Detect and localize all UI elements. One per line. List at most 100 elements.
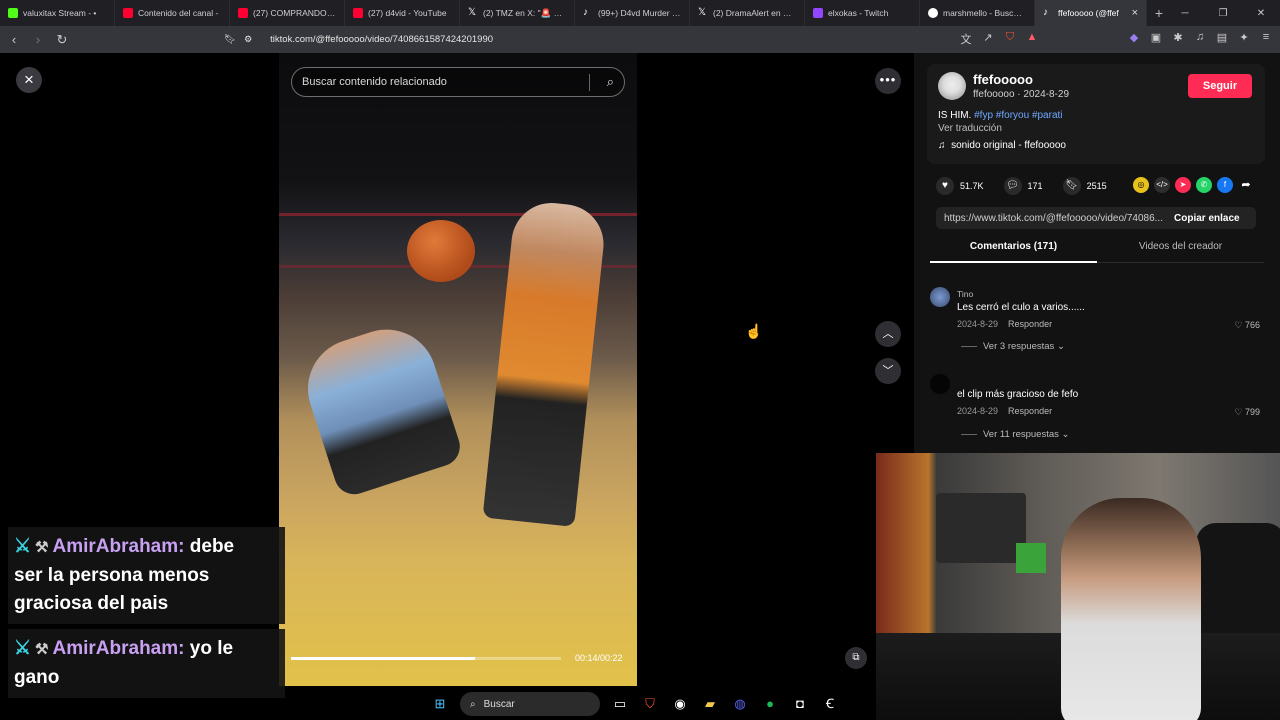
avatar[interactable]	[930, 374, 950, 394]
reload-icon[interactable]: ↻	[52, 32, 72, 48]
browser-tab-active[interactable]: ♪ ffefooooo (@ffef ×	[1035, 0, 1147, 26]
sword-badge-icon: ⚔	[14, 536, 32, 557]
windows-start-icon[interactable]: ⊞	[430, 694, 450, 714]
embed-icon[interactable]: </>	[1154, 177, 1170, 193]
app-icon[interactable]: Ꞓ	[820, 694, 840, 714]
comment-likes[interactable]: ♡ 799	[1234, 407, 1260, 418]
author-name[interactable]: ffefooooo	[973, 72, 1033, 87]
avatar[interactable]	[930, 287, 950, 307]
browser-extensions: 文 ↗ ⛉ ▲ ◆ ▣ ✱ ♫ ▤ ✦ ≡	[960, 31, 1272, 47]
maximize-icon[interactable]: ❐	[1204, 0, 1242, 26]
music-icon[interactable]: ♫	[1194, 31, 1206, 47]
pickaxe-badge-icon: ⚒	[35, 539, 49, 556]
bookmark-icon[interactable]: 🔖︎	[224, 34, 236, 45]
menu-icon[interactable]: ≡	[1260, 31, 1272, 47]
chat-username: AmirAbraham:	[52, 638, 185, 659]
wallet-icon[interactable]: ▣	[1150, 31, 1162, 47]
app-icon[interactable]: ◘	[790, 694, 810, 714]
sword-badge-icon: ⚔	[14, 638, 32, 659]
copy-link-button[interactable]: Copiar enlace	[1174, 213, 1240, 224]
close-window-icon[interactable]: ✕	[1242, 0, 1280, 26]
translate-icon[interactable]: 文	[960, 31, 972, 47]
browser-tab[interactable]: elxokas - Twitch	[805, 0, 920, 26]
minimize-icon[interactable]: ─	[1166, 0, 1204, 26]
site-info-icon[interactable]: ⚙	[244, 34, 252, 45]
comment-author[interactable]: Tino	[957, 289, 973, 299]
url-text[interactable]: tiktok.com/@ffefooooo/video/740866158742…	[270, 34, 493, 45]
extensions-icon[interactable]: ✱	[1172, 31, 1184, 47]
tiktok-icon: ♪	[1043, 7, 1048, 18]
hashtags[interactable]: #fyp #foryou #parati	[974, 110, 1062, 121]
heart-outline-icon: ♡	[1234, 407, 1243, 417]
video-player-figure	[295, 316, 465, 500]
app-icon[interactable]: ◉	[670, 694, 690, 714]
previous-video-icon[interactable]: ︿	[875, 321, 901, 347]
browser-tab[interactable]: marshmello - Buscar c	[920, 0, 1035, 26]
close-tab-icon[interactable]: ×	[1132, 7, 1138, 19]
heart-outline-icon: ♡	[1234, 320, 1243, 330]
translate-link[interactable]: Ver traducción	[938, 123, 1002, 134]
video-link[interactable]: https://www.tiktok.com/@ffefooooo/video/…	[936, 213, 1168, 224]
task-view-icon[interactable]: ▭	[610, 694, 630, 714]
taskbar-search[interactable]: ⌕ Buscar	[460, 692, 600, 716]
more-options-icon[interactable]: •••	[875, 68, 901, 94]
heart-icon[interactable]: ♥	[936, 177, 954, 195]
spotify-icon[interactable]: ●	[760, 694, 780, 714]
streamer	[1061, 498, 1201, 720]
sidebar-icon[interactable]: ▤	[1216, 31, 1228, 47]
discord-icon[interactable]: ◍	[730, 694, 750, 714]
next-video-icon[interactable]: ﹀	[875, 358, 901, 384]
reply-button[interactable]: Responder	[1008, 319, 1052, 329]
picture-in-picture-icon[interactable]: ⧉	[845, 647, 867, 669]
x-icon: 𝕏	[698, 7, 707, 18]
avatar[interactable]	[938, 72, 966, 100]
tab-creator-videos[interactable]: Videos del creador	[1097, 241, 1264, 262]
view-replies-button[interactable]: Ver 3 respuestas ⌄	[961, 341, 1065, 352]
video-progress-bar[interactable]	[291, 657, 561, 660]
video-details-panel: ffefooooo ffefooooo · 2024-8-29 Seguir I…	[914, 53, 1280, 453]
youtube-icon	[123, 8, 133, 18]
brave-icon[interactable]: ⛉	[640, 694, 660, 714]
reply-button[interactable]: Responder	[1008, 406, 1052, 416]
chevron-down-icon: ⌄	[1056, 341, 1065, 352]
browser-tab[interactable]: ♪ (99+) D4vd Murder Cas	[575, 0, 690, 26]
brave-rewards-icon[interactable]: ▲	[1026, 31, 1038, 47]
forward-icon[interactable]: ›	[28, 32, 48, 47]
leo-icon[interactable]: ✦	[1238, 31, 1250, 47]
bookmark-icon[interactable]: 🔖︎	[1062, 177, 1081, 195]
youtube-icon	[353, 8, 363, 18]
close-icon[interactable]: ×	[16, 67, 42, 93]
follow-button[interactable]: Seguir	[1188, 74, 1252, 98]
share-icon[interactable]: ↗	[982, 31, 994, 47]
brave-shield-icon[interactable]: ⛉	[1004, 31, 1016, 47]
browser-tab-bar: valuxitax Stream - • Contenido del canal…	[0, 0, 1280, 26]
comments-count: 171	[1027, 181, 1043, 191]
view-replies-button[interactable]: Ver 11 respuestas ⌄	[961, 429, 1069, 440]
search-icon[interactable]: ⌕	[607, 74, 614, 90]
comment-text: el clip más gracioso de fefo	[957, 389, 1079, 400]
tab-comments[interactable]: Comentarios (171)	[930, 241, 1097, 263]
comment-icon[interactable]: 💬︎	[1003, 177, 1022, 195]
music-info[interactable]: ♫ sonido original - ffefooooo	[938, 140, 1066, 151]
browser-tab[interactable]: valuxitax Stream - •	[0, 0, 115, 26]
whatsapp-icon[interactable]: ✆	[1196, 177, 1212, 193]
share-arrow-icon[interactable]: ➦	[1238, 177, 1254, 193]
address-bar[interactable]: 🔖︎ ⚙ tiktok.com/@ffefooooo/video/7408661…	[224, 30, 964, 49]
browser-tab[interactable]: 𝕏 (2) TMZ en X: "🚨 BRE	[460, 0, 575, 26]
author-subline: ffefooooo · 2024-8-29	[973, 89, 1070, 100]
coin-icon[interactable]: ◎	[1133, 177, 1149, 193]
browser-tab[interactable]: (27) COMPRANDO EN	[230, 0, 345, 26]
browser-tab[interactable]: (27) d4vid - YouTube	[345, 0, 460, 26]
chat-text: debe	[189, 536, 235, 557]
browser-tab[interactable]: 𝕏 (2) DramaAlert en X: "#	[690, 0, 805, 26]
browser-tab[interactable]: Contenido del canal -	[115, 0, 230, 26]
video-time: 00:14/00:22	[575, 653, 623, 663]
back-icon[interactable]: ‹	[4, 32, 24, 47]
vpn-icon[interactable]: ◆	[1128, 31, 1140, 47]
facebook-icon[interactable]: f	[1217, 177, 1233, 193]
comment-likes[interactable]: ♡ 766	[1234, 320, 1260, 331]
send-icon[interactable]: ➤	[1175, 177, 1191, 193]
related-search-input[interactable]: Buscar contenido relacionado ⌕	[291, 67, 625, 97]
video-frame[interactable]	[279, 53, 637, 686]
file-explorer-icon[interactable]: ▰	[700, 694, 720, 714]
